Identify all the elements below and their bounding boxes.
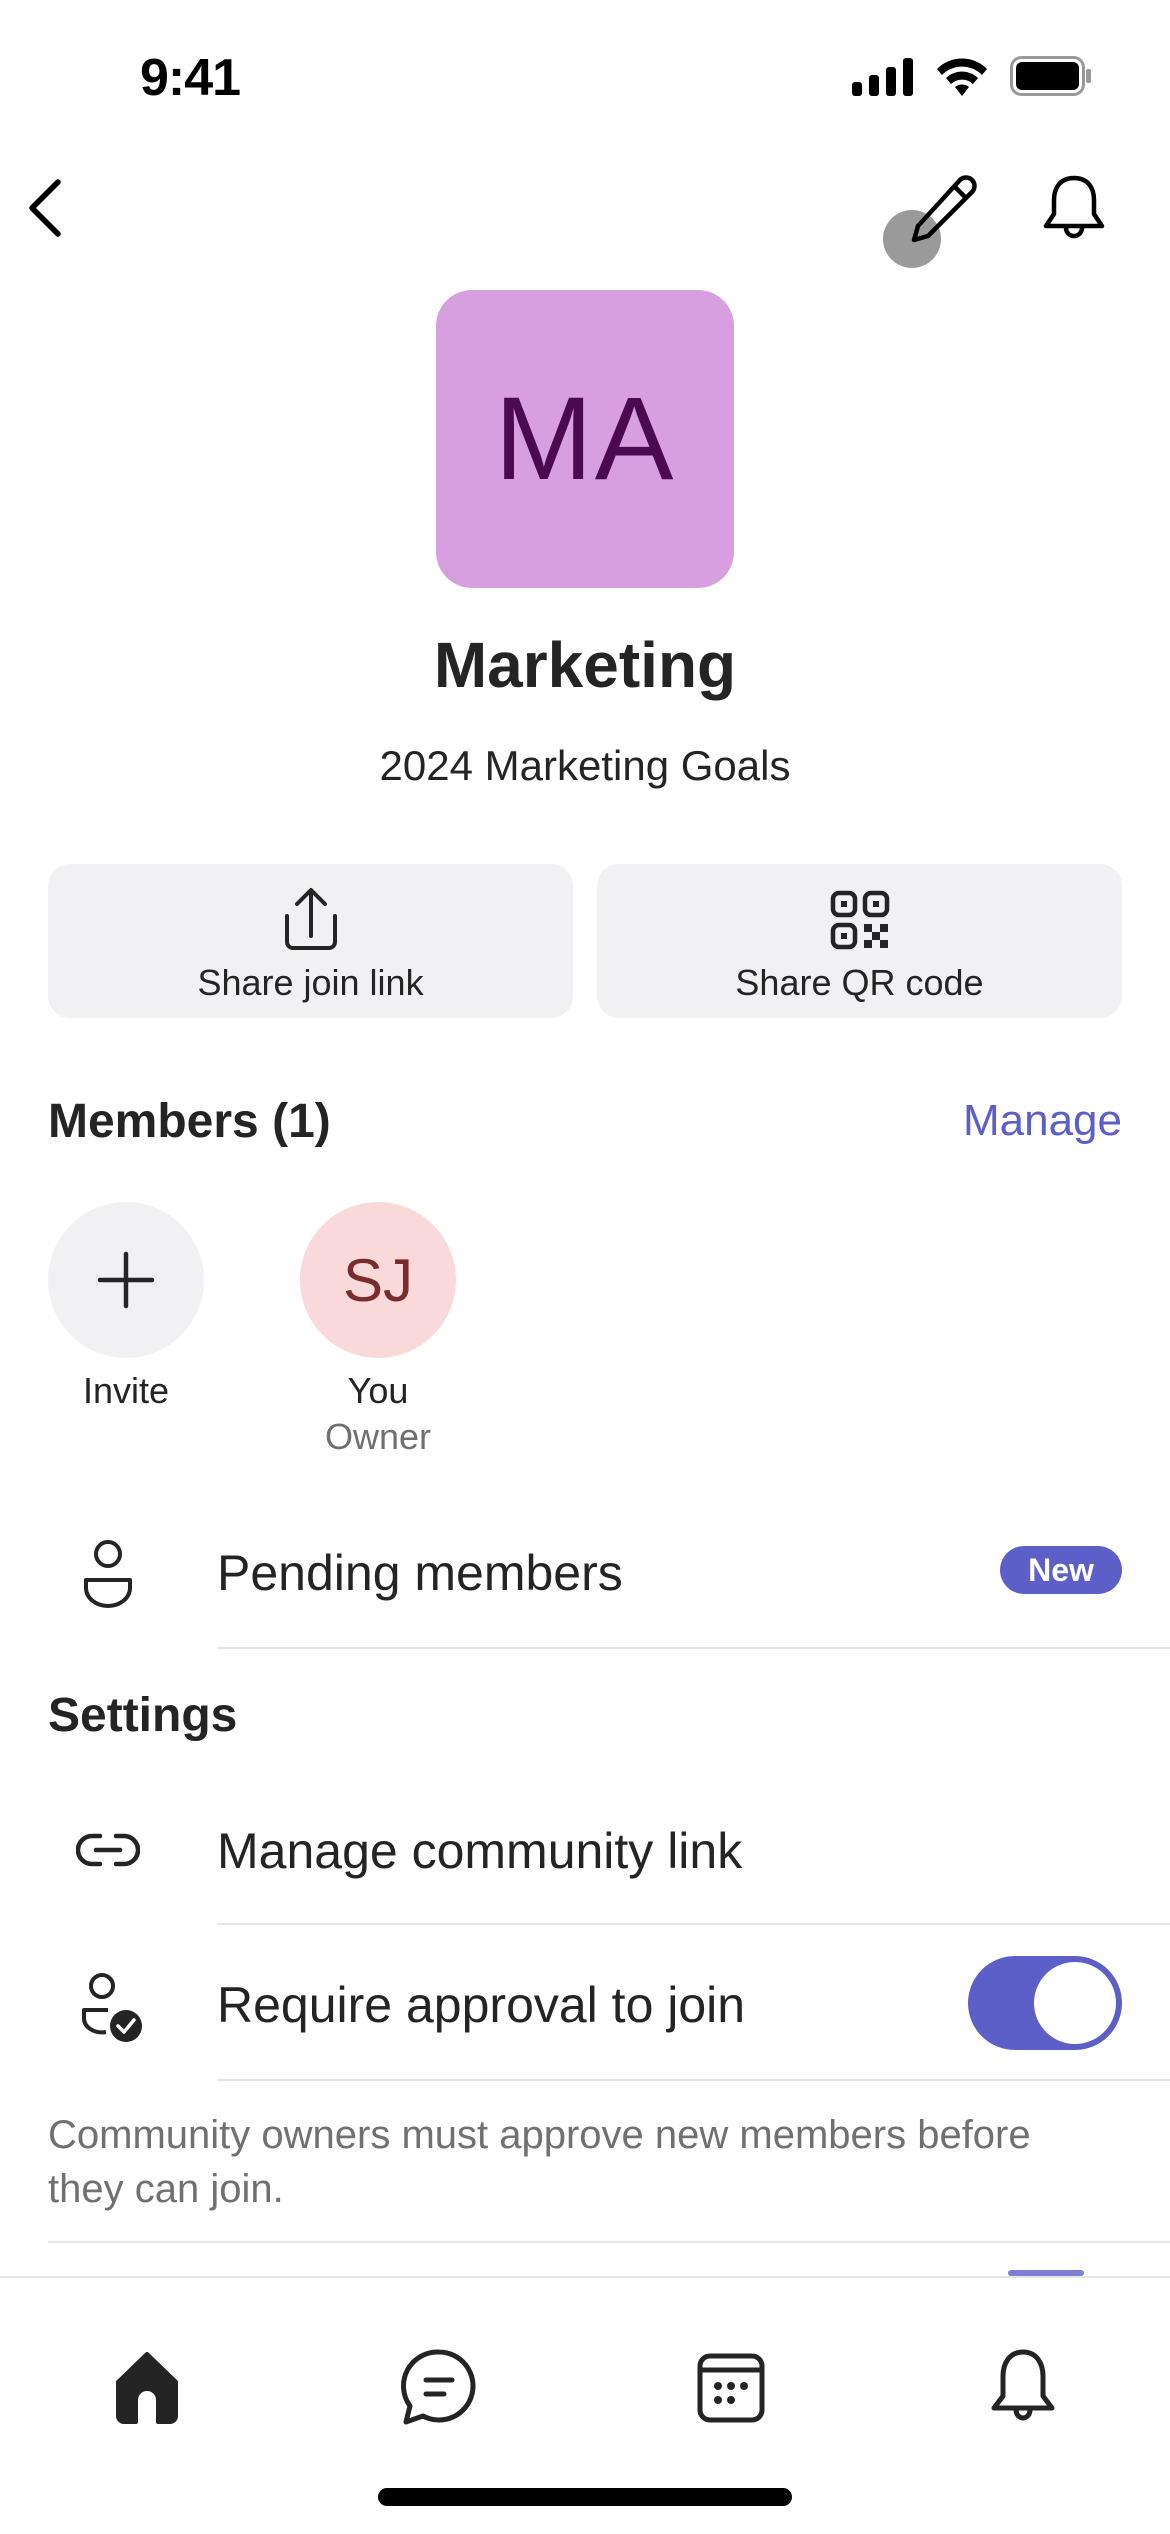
share-join-link-button[interactable]: Share join link	[48, 864, 573, 1018]
member-role: Owner	[324, 1416, 432, 1457]
chat-icon	[401, 2349, 476, 2425]
divider	[48, 2241, 1170, 2243]
invite-label: Invite	[82, 1370, 170, 1411]
bell-icon	[1043, 175, 1105, 239]
tab-activity[interactable]	[978, 2342, 1068, 2432]
pending-members-row[interactable]: Pending members	[0, 1500, 1170, 1648]
manage-community-link-label: Manage community link	[217, 1823, 743, 1879]
tab-home[interactable]	[102, 2342, 192, 2432]
divider	[217, 1923, 1170, 1925]
member-initials: SJ	[342, 1246, 414, 1314]
require-approval-help: Community owners must approve new member…	[48, 2113, 1031, 2211]
invite-button[interactable]	[48, 1202, 204, 1358]
calendar-icon	[697, 2353, 765, 2423]
new-badge: New	[1000, 1546, 1122, 1594]
wifi-icon	[936, 56, 988, 101]
divider	[217, 1647, 1170, 1649]
community-initials: MA	[494, 373, 676, 505]
toggle-knob	[1034, 1962, 1116, 2044]
person-check-icon	[82, 1973, 142, 2042]
manage-community-link-row[interactable]: Manage community link	[0, 1776, 1170, 1924]
manage-members-link[interactable]: Manage	[963, 1096, 1122, 1146]
require-approval-toggle[interactable]	[968, 1956, 1122, 2050]
share-join-link-label: Share join link	[197, 962, 424, 1003]
home-indicator	[378, 2488, 792, 2506]
share-qr-code-label: Share QR code	[735, 962, 984, 1003]
community-avatar: MA	[436, 290, 734, 588]
back-button[interactable]	[22, 176, 70, 240]
member-avatar[interactable]: SJ	[300, 1202, 456, 1358]
tab-chat[interactable]	[394, 2342, 484, 2432]
edit-button[interactable]	[906, 174, 978, 246]
chevron-left-icon	[29, 179, 61, 237]
bell-icon	[991, 2349, 1055, 2421]
share-icon	[284, 888, 337, 950]
signal-icon	[852, 58, 914, 101]
share-qr-code-button[interactable]: Share QR code	[597, 864, 1122, 1018]
settings-heading: Settings	[48, 1689, 238, 1742]
plus-icon	[97, 1251, 155, 1309]
status-time: 9:41	[140, 49, 241, 107]
tab-calendar[interactable]	[686, 2342, 776, 2432]
pending-members-label: Pending members	[217, 1545, 623, 1601]
require-approval-label: Require approval to join	[217, 1977, 746, 2033]
link-icon	[76, 1833, 140, 1867]
divider	[217, 2079, 1170, 2081]
community-description: 2024 Marketing Goals	[379, 742, 791, 789]
pencil-icon	[911, 175, 977, 243]
person-icon	[84, 1540, 132, 1608]
community-name: Marketing	[433, 629, 737, 701]
members-heading: Members (1)	[48, 1095, 331, 1148]
home-icon	[116, 2352, 178, 2424]
battery-icon	[1010, 56, 1092, 101]
member-name: You	[347, 1370, 409, 1411]
notifications-button[interactable]	[1036, 174, 1112, 240]
qr-code-icon	[830, 890, 889, 950]
